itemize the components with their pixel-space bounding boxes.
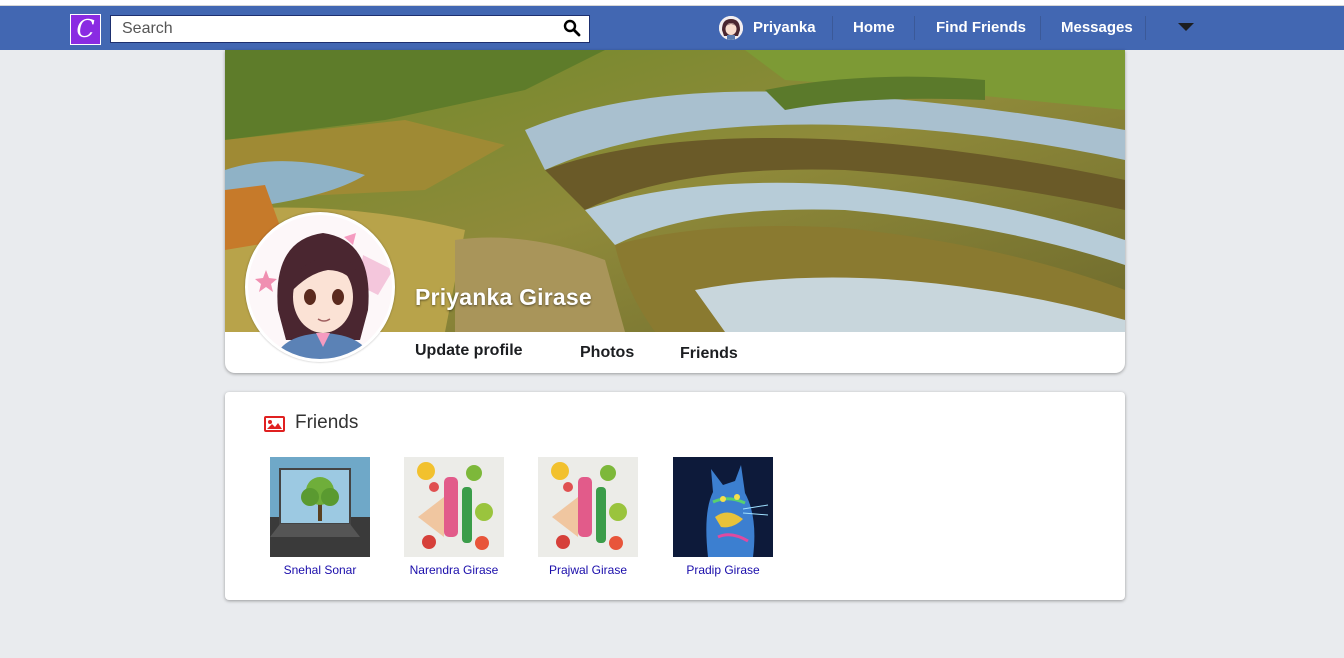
- nav-divider: [1145, 16, 1146, 40]
- friends-section: Friends Snehal Sonar Narendra Girase Pra…: [225, 392, 1125, 600]
- friend-card[interactable]: Pradip Girase: [673, 457, 773, 577]
- friends-section-title: Friends: [295, 412, 359, 433]
- friend-name-link[interactable]: Prajwal Girase: [528, 563, 648, 577]
- search-icon[interactable]: [563, 19, 581, 37]
- nav-divider: [1040, 16, 1041, 40]
- nav-divider: [914, 16, 915, 40]
- nav-divider: [832, 16, 833, 40]
- search-input[interactable]: [111, 16, 551, 42]
- top-navbar: C Priyanka Home Find Friends Messages: [0, 6, 1344, 50]
- nav-user-name[interactable]: Priyanka: [753, 6, 816, 50]
- profile-name: Priyanka Girase: [415, 284, 592, 310]
- profile-avatar[interactable]: [245, 212, 395, 362]
- app-logo[interactable]: C: [70, 14, 101, 45]
- tab-photos[interactable]: Photos: [580, 344, 634, 362]
- image-icon: [264, 416, 285, 432]
- friend-name-link[interactable]: Pradip Girase: [663, 563, 783, 577]
- friend-photo[interactable]: [270, 457, 370, 557]
- profile-header-card: Priyanka Girase Update profile Photos Fr…: [225, 50, 1125, 373]
- friend-card[interactable]: Prajwal Girase: [538, 457, 638, 577]
- friend-photo[interactable]: [538, 457, 638, 557]
- friend-name-link[interactable]: Snehal Sonar: [260, 563, 380, 577]
- nav-home-link[interactable]: Home: [853, 6, 895, 50]
- tab-update-profile[interactable]: Update profile: [415, 342, 523, 360]
- friend-photo[interactable]: [404, 457, 504, 557]
- friend-card[interactable]: Narendra Girase: [404, 457, 504, 577]
- nav-find-friends-link[interactable]: Find Friends: [936, 6, 1026, 50]
- tab-friends[interactable]: Friends: [680, 345, 738, 363]
- nav-messages-link[interactable]: Messages: [1061, 6, 1133, 50]
- friend-name-link[interactable]: Narendra Girase: [394, 563, 514, 577]
- nav-avatar[interactable]: [719, 16, 743, 40]
- friend-card[interactable]: Snehal Sonar: [270, 457, 370, 577]
- search-box: [110, 15, 590, 43]
- chevron-down-icon[interactable]: [1178, 23, 1194, 31]
- friend-photo[interactable]: [673, 457, 773, 557]
